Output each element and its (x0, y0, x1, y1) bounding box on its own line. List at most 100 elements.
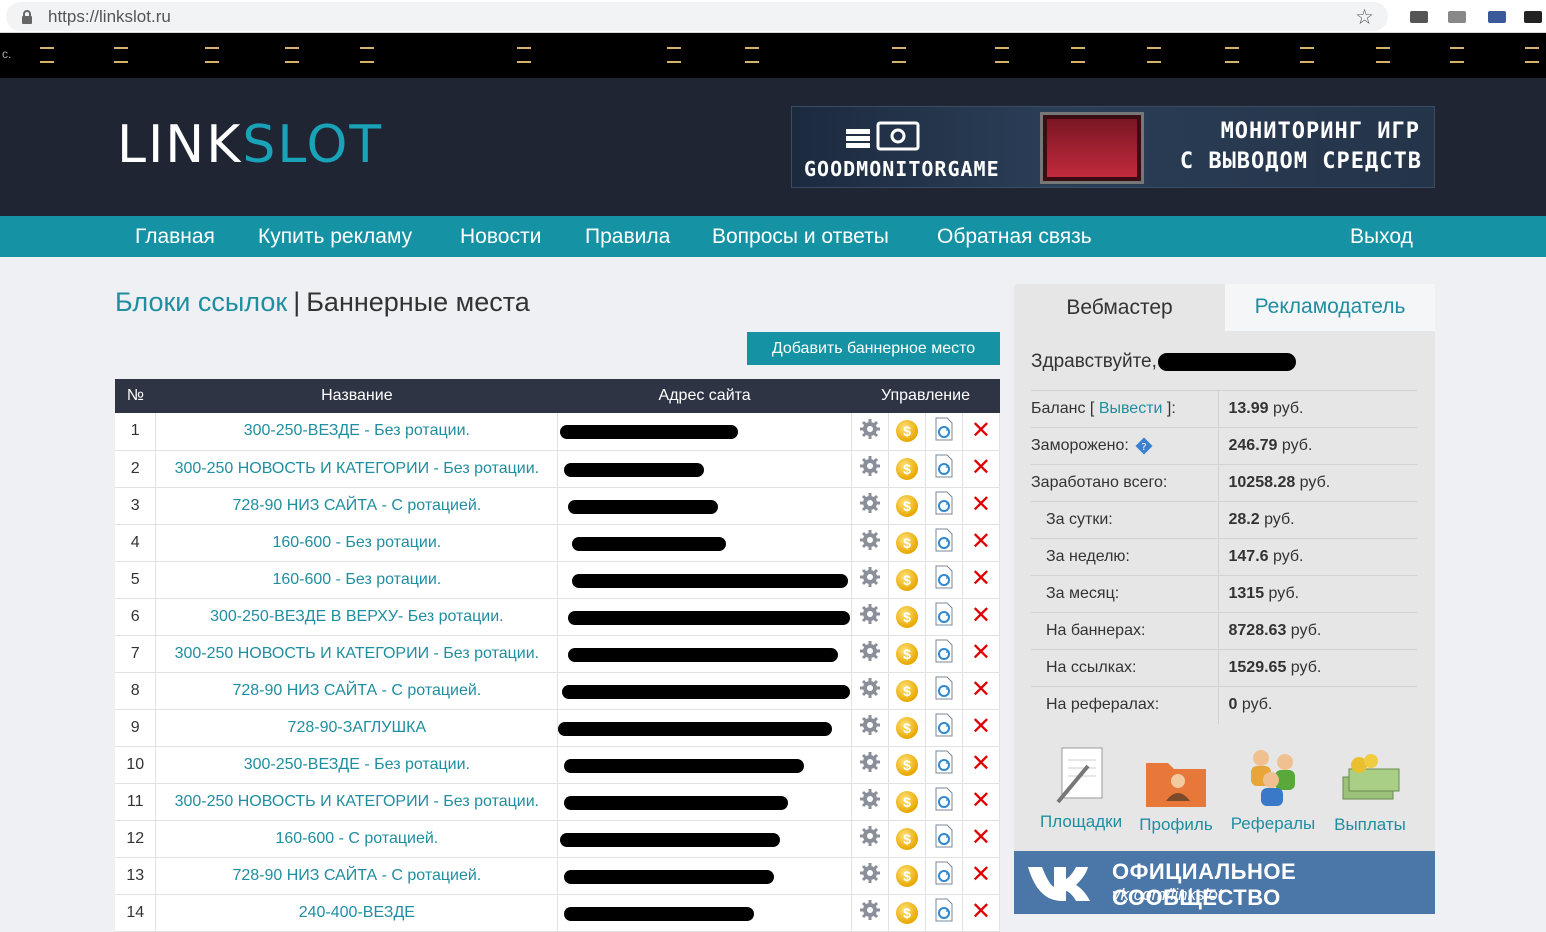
payment-button[interactable]: $ (888, 783, 926, 821)
settings-button[interactable] (851, 894, 889, 932)
bookmark-icon[interactable] (1225, 47, 1239, 63)
bookmark-icon[interactable] (360, 47, 374, 63)
bookmark-icon[interactable] (745, 47, 759, 63)
vk-community-banner[interactable]: ОФИЦИАЛЬНОЕ СООБЩЕСТВО vk.com/linkslot (1014, 851, 1435, 914)
nav-item-logout[interactable]: Выход (1350, 225, 1413, 249)
delete-button[interactable]: ✕ (962, 709, 1001, 747)
settings-button[interactable] (851, 857, 889, 895)
banner-name-link[interactable]: 240-400-ВЕЗДЕ (155, 894, 559, 932)
nav-item-feedback[interactable]: Обратная связь (937, 225, 1092, 249)
banner-name-link[interactable]: 300-250-ВЕЗДЕ В ВЕРХУ- Без ротации. (155, 598, 559, 636)
payment-button[interactable]: $ (888, 487, 926, 525)
delete-button[interactable]: ✕ (962, 413, 1001, 451)
site-logo[interactable]: LINKSLOT (117, 115, 383, 175)
settings-button[interactable] (851, 709, 889, 747)
settings-button[interactable] (851, 746, 889, 784)
bookmark-icon[interactable] (1147, 47, 1161, 63)
extension-icon[interactable] (1488, 11, 1506, 23)
settings-button[interactable] (851, 413, 889, 451)
bookmark-icon[interactable] (892, 47, 906, 63)
statistics-button[interactable] (925, 635, 963, 673)
bookmark-icon[interactable] (1525, 47, 1539, 63)
banner-name-link[interactable]: 728-90 НИЗ САЙТА - С ротацией. (155, 487, 559, 525)
banner-name-link[interactable]: 160-600 - Без ротации. (155, 524, 559, 562)
delete-button[interactable]: ✕ (962, 450, 1001, 488)
nav-item-home[interactable]: Главная (135, 225, 215, 249)
address-bar[interactable]: https://linkslot.ru ☆ (6, 2, 1388, 31)
payment-button[interactable]: $ (888, 857, 926, 895)
extension-icon[interactable] (1410, 11, 1428, 23)
statistics-button[interactable] (925, 746, 963, 784)
quick-link-referrals[interactable]: Рефералы (1230, 746, 1316, 834)
delete-button[interactable]: ✕ (962, 524, 1001, 562)
banner-name-link[interactable]: 300-250-ВЕЗДЕ - Без ротации. (155, 746, 559, 784)
bookmark-icon[interactable] (114, 47, 128, 63)
delete-button[interactable]: ✕ (962, 746, 1001, 784)
help-icon[interactable]: ? (1135, 437, 1153, 455)
statistics-button[interactable] (925, 709, 963, 747)
delete-button[interactable]: ✕ (962, 783, 1001, 821)
quick-link-payouts[interactable]: Выплаты (1330, 753, 1410, 835)
settings-button[interactable] (851, 487, 889, 525)
statistics-button[interactable] (925, 820, 963, 858)
bookmark-icon[interactable] (1071, 47, 1085, 63)
extension-icon[interactable] (1448, 11, 1466, 23)
bookmark-star-icon[interactable]: ☆ (1355, 5, 1374, 30)
delete-button[interactable]: ✕ (962, 820, 1001, 858)
statistics-button[interactable] (925, 783, 963, 821)
nav-item-news[interactable]: Новости (460, 225, 541, 249)
statistics-button[interactable] (925, 598, 963, 636)
header-ad-banner[interactable]: GOODMONITORGAME МОНИТОРИНГ ИГР С ВЫВОДОМ… (791, 106, 1435, 188)
delete-button[interactable]: ✕ (962, 857, 1001, 895)
bookmark-icon[interactable] (40, 47, 54, 63)
banner-name-link[interactable]: 728-90 НИЗ САЙТА - С ротацией. (155, 672, 559, 710)
payment-button[interactable]: $ (888, 672, 926, 710)
bookmark-icon[interactable] (995, 47, 1009, 63)
nav-item-rules[interactable]: Правила (585, 225, 670, 249)
payment-button[interactable]: $ (888, 820, 926, 858)
banner-name-link[interactable]: 300-250 НОВОСТЬ И КАТЕГОРИИ - Без ротаци… (155, 783, 559, 821)
tab-webmaster[interactable]: Вебмастер (1014, 284, 1225, 331)
delete-button[interactable]: ✕ (962, 487, 1001, 525)
statistics-button[interactable] (925, 561, 963, 599)
payment-button[interactable]: $ (888, 709, 926, 747)
statistics-button[interactable] (925, 413, 963, 451)
statistics-button[interactable] (925, 672, 963, 710)
statistics-button[interactable] (925, 524, 963, 562)
payment-button[interactable]: $ (888, 635, 926, 673)
settings-button[interactable] (851, 450, 889, 488)
nav-item-faq[interactable]: Вопросы и ответы (712, 225, 889, 249)
banner-name-link[interactable]: 160-600 - С ротацией. (155, 820, 559, 858)
extension-icon[interactable] (1524, 11, 1542, 23)
bookmark-icon[interactable] (285, 47, 299, 63)
quick-link-profile[interactable]: Профиль (1139, 753, 1213, 835)
delete-button[interactable]: ✕ (962, 635, 1001, 673)
delete-button[interactable]: ✕ (962, 561, 1001, 599)
banner-name-link[interactable]: 300-250 НОВОСТЬ И КАТЕГОРИИ - Без ротаци… (155, 450, 559, 488)
add-banner-place-button[interactable]: Добавить баннерное место (747, 332, 1000, 365)
banner-name-link[interactable]: 160-600 - Без ротации. (155, 561, 559, 599)
payment-button[interactable]: $ (888, 894, 926, 932)
payment-button[interactable]: $ (888, 746, 926, 784)
payment-button[interactable]: $ (888, 524, 926, 562)
statistics-button[interactable] (925, 857, 963, 895)
statistics-button[interactable] (925, 894, 963, 932)
bookmark-icon[interactable] (1376, 47, 1390, 63)
url-text[interactable]: https://linkslot.ru (48, 7, 171, 27)
statistics-button[interactable] (925, 487, 963, 525)
delete-button[interactable]: ✕ (962, 598, 1001, 636)
bookmark-icon[interactable] (1450, 47, 1464, 63)
payment-button[interactable]: $ (888, 450, 926, 488)
nav-item-buy-ads[interactable]: Купить рекламу (258, 225, 412, 249)
payment-button[interactable]: $ (888, 413, 926, 451)
banner-name-link[interactable]: 728-90-ЗАГЛУШКА (155, 709, 559, 747)
bookmark-icon[interactable] (517, 47, 531, 63)
settings-button[interactable] (851, 561, 889, 599)
settings-button[interactable] (851, 598, 889, 636)
payment-button[interactable]: $ (888, 598, 926, 636)
breadcrumb-link[interactable]: Блоки ссылок (115, 287, 287, 317)
withdraw-link[interactable]: Вывести (1099, 400, 1163, 417)
banner-name-link[interactable]: 300-250-ВЕЗДЕ - Без ротации. (155, 413, 559, 451)
banner-name-link[interactable]: 300-250 НОВОСТЬ И КАТЕГОРИИ - Без ротаци… (155, 635, 559, 673)
bookmark-icon[interactable] (667, 47, 681, 63)
